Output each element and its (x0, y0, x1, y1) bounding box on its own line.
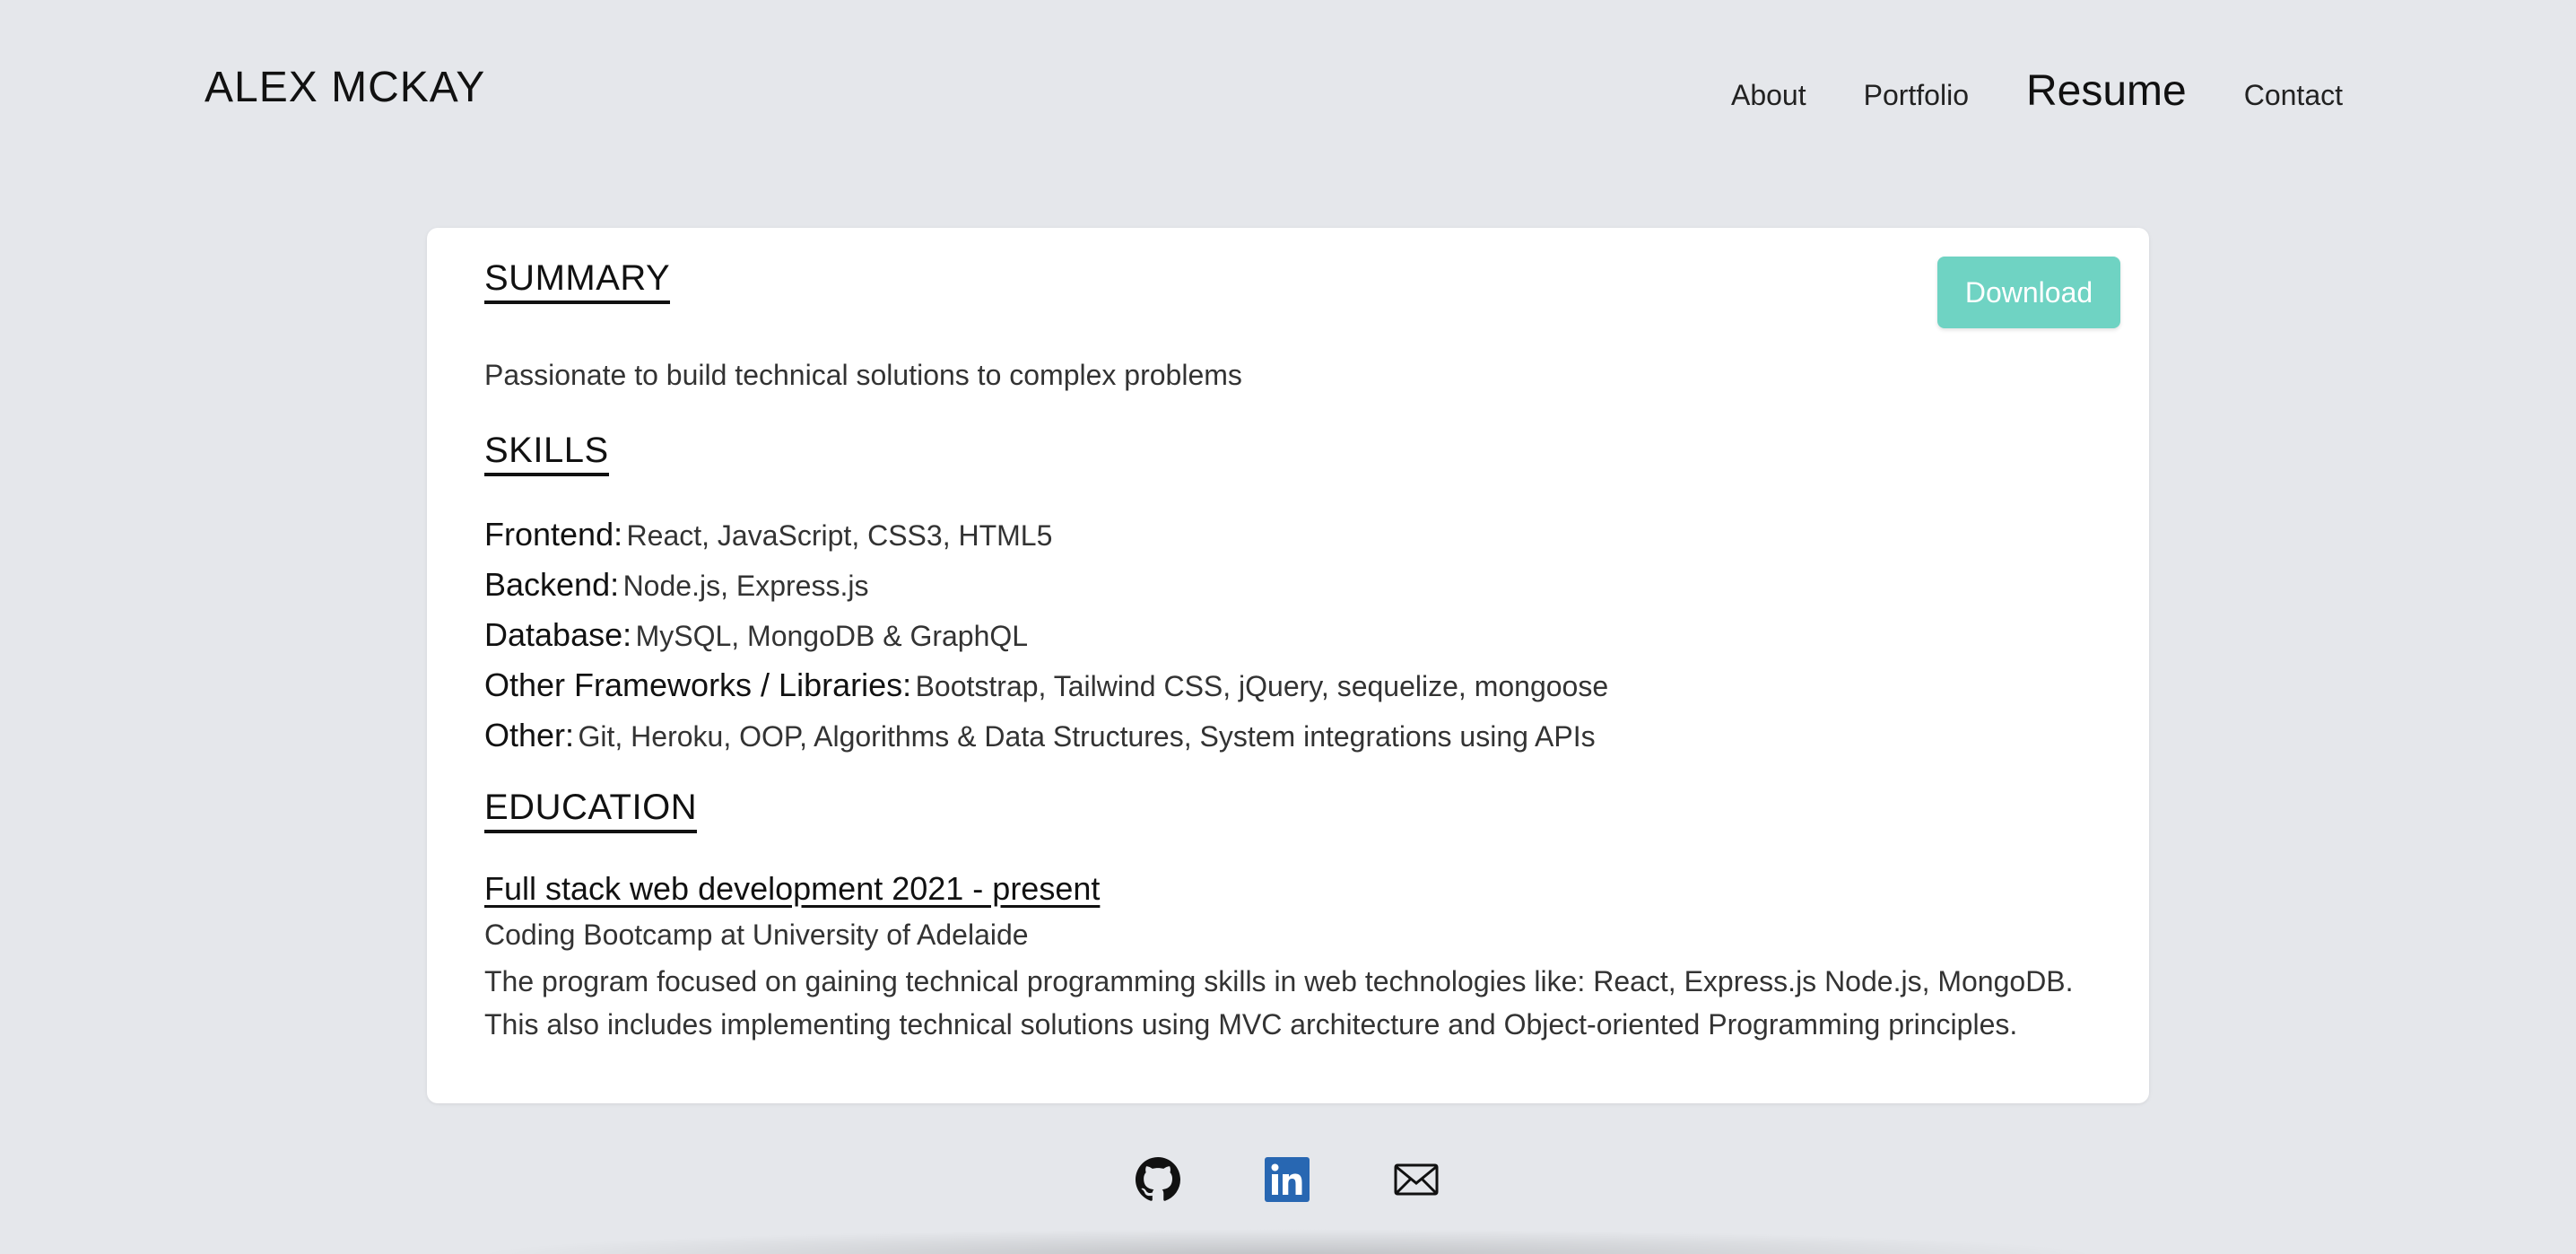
main-nav: About Portfolio Resume Contact (1731, 66, 2343, 116)
skill-value: Git, Heroku, OOP, Algorithms & Data Stru… (578, 720, 1596, 753)
skill-value: React, JavaScript, CSS3, HTML5 (626, 519, 1053, 552)
resume-card: Download SUMMARY Passionate to build tec… (427, 228, 2149, 1103)
github-icon[interactable] (1136, 1157, 1180, 1202)
summary-heading: SUMMARY (484, 258, 671, 304)
skills-heading: SKILLS (484, 431, 609, 476)
nav-portfolio[interactable]: Portfolio (1864, 79, 1969, 112)
education-program-title: Full stack web development 2021 - presen… (484, 870, 1101, 907)
nav-about[interactable]: About (1731, 79, 1806, 112)
skill-row-database: Database: MySQL, MongoDB & GraphQL (484, 610, 1608, 660)
skills-list: Frontend: React, JavaScript, CSS3, HTML5… (484, 509, 1608, 761)
skill-row-backend: Backend: Node.js, Express.js (484, 560, 1608, 610)
skill-row-other: Other: Git, Heroku, OOP, Algorithms & Da… (484, 710, 1608, 761)
nav-resume[interactable]: Resume (2026, 66, 2187, 116)
summary-text: Passionate to build technical solutions … (484, 359, 1242, 391)
page: ALEX MCKAY About Portfolio Resume Contac… (0, 0, 2576, 1254)
education-heading: EDUCATION (484, 788, 698, 833)
bottom-shadow (466, 1229, 2108, 1254)
site-brand[interactable]: ALEX MCKAY (205, 63, 485, 112)
skill-row-frameworks: Other Frameworks / Libraries: Bootstrap,… (484, 660, 1608, 710)
skill-value: MySQL, MongoDB & GraphQL (635, 620, 1029, 652)
skill-label: Frontend: (484, 516, 623, 553)
nav-contact[interactable]: Contact (2244, 79, 2343, 112)
email-icon[interactable] (1394, 1157, 1439, 1202)
skill-row-frontend: Frontend: React, JavaScript, CSS3, HTML5 (484, 509, 1608, 560)
skill-label: Other Frameworks / Libraries: (484, 666, 912, 703)
skill-label: Database: (484, 616, 632, 653)
education-school: Coding Bootcamp at University of Adelaid… (484, 919, 1029, 951)
linkedin-icon[interactable] (1265, 1157, 1310, 1202)
social-links (1136, 1157, 1439, 1202)
skill-value: Node.js, Express.js (622, 570, 869, 602)
education-description: The program focused on gaining technical… (484, 965, 2074, 1041)
skill-label: Backend: (484, 566, 620, 603)
download-button[interactable]: Download (1937, 257, 2120, 328)
skill-value: Bootstrap, Tailwind CSS, jQuery, sequeli… (915, 670, 1609, 702)
skill-label: Other: (484, 717, 575, 753)
